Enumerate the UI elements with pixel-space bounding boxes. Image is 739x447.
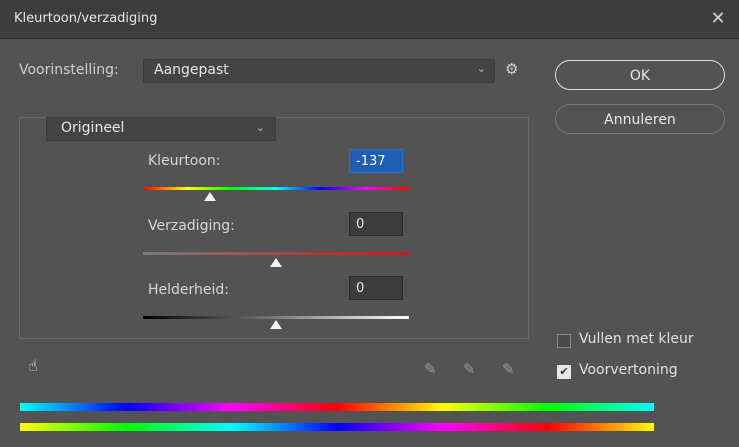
eyedropper-minus-icon[interactable]: ✎: [502, 360, 524, 380]
lightness-slider-track[interactable]: [143, 316, 409, 319]
preview-label: Voorvertoning: [579, 362, 678, 378]
saturation-slider-track[interactable]: [143, 252, 409, 255]
lightness-label: Helderheid:: [148, 282, 230, 298]
gear-icon[interactable]: ⚙: [505, 60, 533, 82]
dialog-title: Kleurtoon/verzadiging: [14, 11, 158, 26]
preview-checkbox[interactable]: ✔: [557, 365, 571, 379]
eyedropper-plus-icon[interactable]: ✎: [463, 360, 485, 380]
range-value: Origineel: [61, 120, 125, 136]
saturation-input[interactable]: [349, 212, 403, 236]
close-icon[interactable]: ✕: [705, 6, 731, 32]
range-dropdown[interactable]: Origineel ⌄: [46, 117, 276, 141]
hand-target-icon[interactable]: ☝: [28, 356, 48, 376]
lightness-input[interactable]: [349, 276, 403, 300]
hue-slider-thumb[interactable]: [203, 192, 216, 201]
cancel-button[interactable]: Annuleren: [555, 104, 725, 134]
output-color-bar: [20, 423, 654, 431]
hue-label: Kleurtoon:: [148, 153, 221, 169]
ok-button[interactable]: OK: [555, 60, 725, 90]
colorize-checkbox[interactable]: [557, 334, 571, 348]
saturation-slider-thumb[interactable]: [270, 258, 282, 267]
chevron-down-icon: ⌄: [255, 121, 265, 134]
hue-input[interactable]: [349, 149, 403, 173]
preset-dropdown[interactable]: Aangepast ⌄: [143, 59, 495, 83]
adjustment-panel: [19, 117, 529, 339]
title-bar: Kleurtoon/verzadiging ✕: [0, 0, 739, 39]
preset-value: Aangepast: [154, 62, 229, 78]
saturation-label: Verzadiging:: [148, 218, 235, 234]
eyedropper-icon[interactable]: ✎: [424, 360, 446, 380]
input-color-bar: [20, 403, 654, 411]
preset-label: Voorinstelling:: [19, 62, 119, 78]
hue-saturation-dialog: Kleurtoon/verzadiging ✕ Voorinstelling: …: [0, 0, 739, 447]
chevron-down-icon: ⌄: [476, 62, 486, 75]
colorize-label: Vullen met kleur: [579, 331, 694, 347]
hue-slider-track[interactable]: [143, 187, 409, 190]
lightness-slider-thumb[interactable]: [270, 320, 282, 329]
